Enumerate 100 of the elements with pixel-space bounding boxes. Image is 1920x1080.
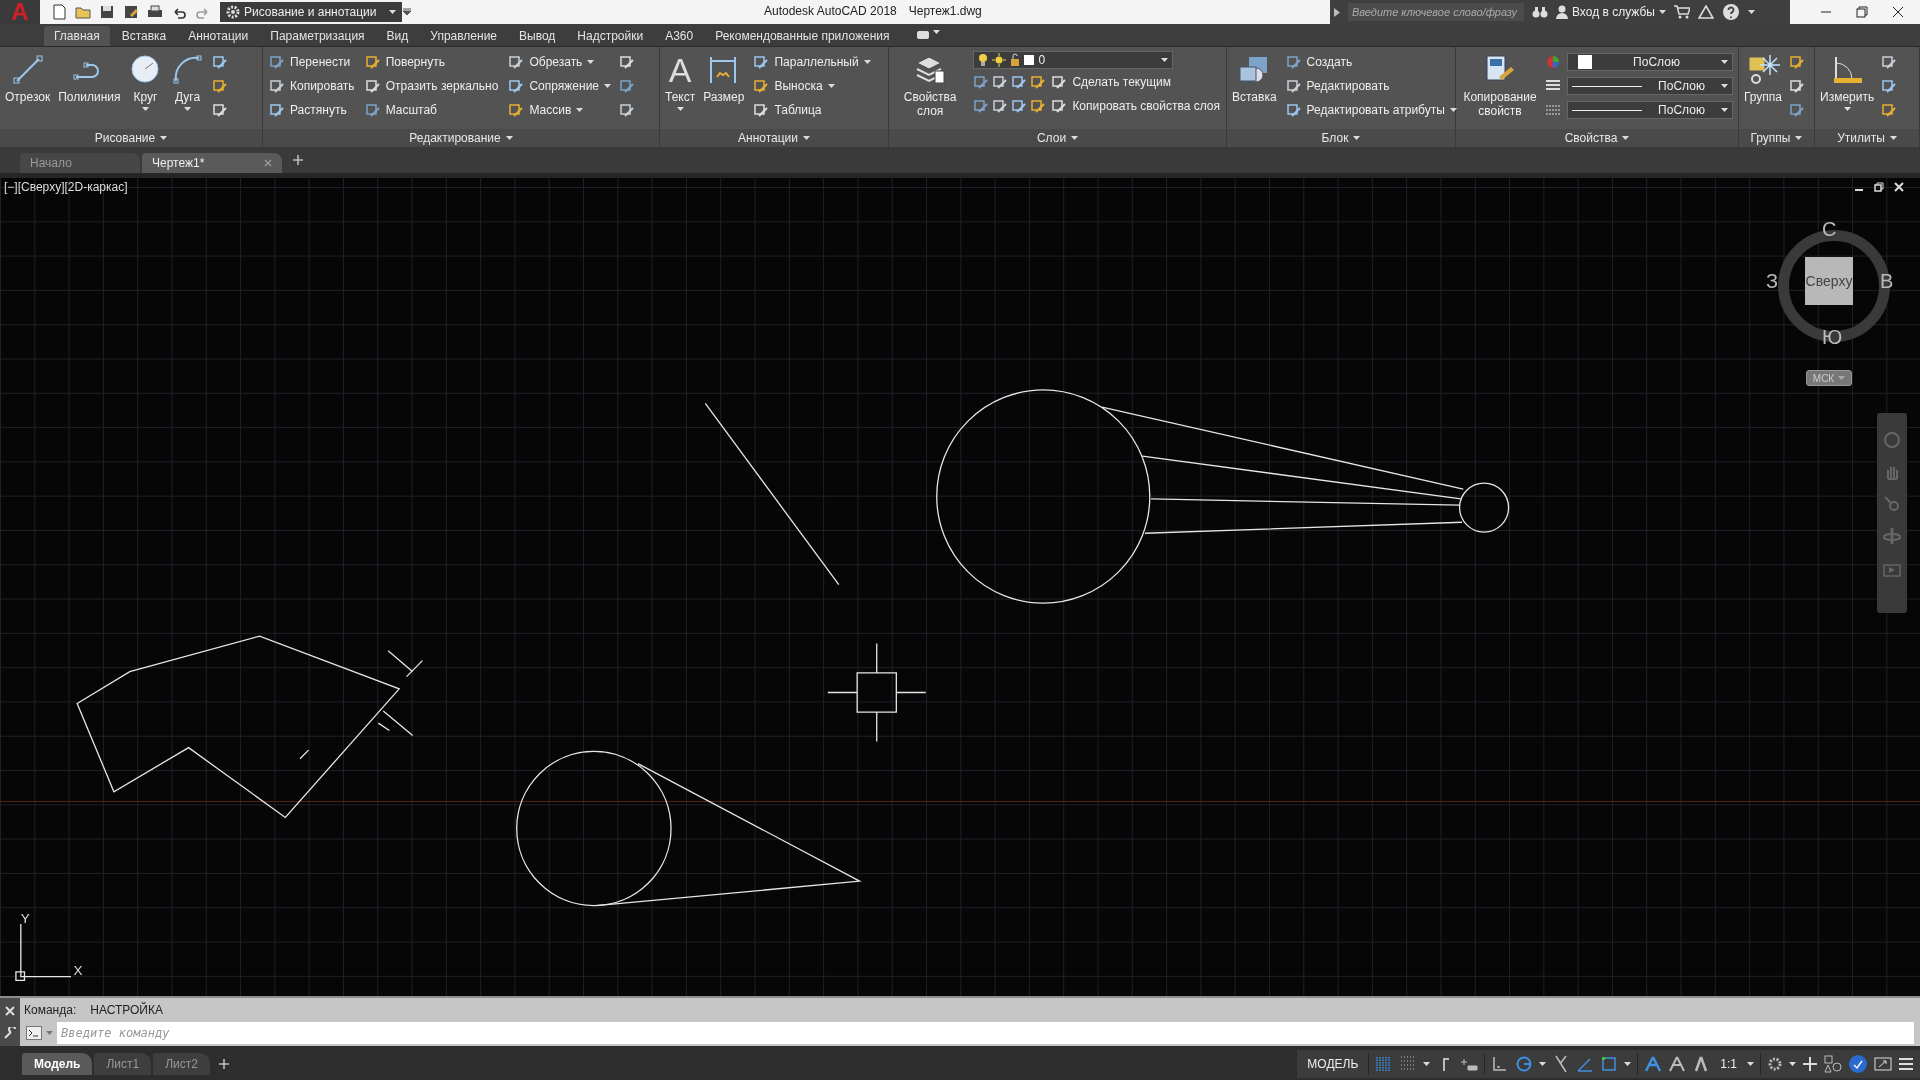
hardware-acceleration-icon[interactable] — [1848, 1054, 1868, 1074]
caret-icon[interactable] — [1161, 58, 1169, 62]
ribbon-tab[interactable]: Управление — [420, 26, 507, 46]
layout-tab[interactable]: Модель — [22, 1053, 93, 1075]
ribbon-tab[interactable]: Надстройки — [567, 26, 654, 46]
tool-icon[interactable] — [211, 54, 228, 70]
ribbon-tab[interactable]: Рекомендованные приложения — [705, 26, 900, 46]
panel-toggle-icon[interactable] — [915, 30, 930, 40]
ribbon-button[interactable]: Массив — [506, 99, 613, 121]
ribbon-tab[interactable]: Вид — [376, 26, 419, 46]
ribbon-button[interactable]: Редактировать — [1283, 75, 1459, 97]
panel-title[interactable]: Редактирование — [263, 129, 659, 147]
panel-title[interactable]: Блок — [1227, 129, 1455, 147]
object-tracking-icon[interactable] — [1600, 1055, 1619, 1073]
property-dropdown[interactable]: ПоСлою — [1567, 101, 1733, 119]
wrench-icon[interactable] — [4, 1026, 16, 1039]
caret-icon[interactable] — [1747, 1062, 1754, 1066]
caret-icon[interactable] — [587, 60, 595, 64]
binoculars-icon[interactable] — [1532, 5, 1548, 19]
polar-tracking-icon[interactable] — [1515, 1055, 1534, 1073]
view-cube-face[interactable]: Сверху — [1805, 257, 1853, 305]
object-snap-icon[interactable] — [1576, 1055, 1595, 1073]
tool-icon[interactable] — [1011, 74, 1028, 90]
new-file-icon[interactable] — [50, 3, 68, 21]
save-icon[interactable] — [98, 3, 116, 21]
save-as-icon[interactable] — [122, 3, 140, 21]
tool-icon[interactable] — [619, 78, 635, 94]
command-input-field[interactable]: Введите команду — [57, 1022, 1914, 1044]
property-dropdown[interactable]: ПоСлою — [1567, 77, 1733, 95]
caret-icon[interactable] — [1659, 10, 1666, 14]
ribbon-button[interactable]: Копирование свойств — [1460, 51, 1540, 120]
annotation-visibility-icon[interactable] — [1644, 1055, 1663, 1073]
ribbon-button[interactable]: Группа — [1743, 51, 1784, 106]
sign-in-button[interactable]: Вход в службы — [1556, 5, 1666, 19]
ribbon-button[interactable]: Таблица — [751, 99, 873, 121]
caret-icon[interactable] — [389, 10, 396, 14]
caret-icon[interactable] — [1721, 84, 1728, 88]
restore-icon[interactable] — [1874, 182, 1884, 192]
model-space-button[interactable]: МОДЕЛЬ — [1303, 1057, 1363, 1071]
caret-icon[interactable] — [1789, 1062, 1796, 1066]
caret-icon[interactable] — [1721, 108, 1728, 112]
search-field[interactable]: Введите ключевое слово/фразу — [1348, 3, 1524, 21]
tool-icon[interactable] — [619, 54, 635, 70]
property-dropdown[interactable]: ПоСлою — [1567, 53, 1733, 71]
caret-icon[interactable] — [576, 108, 584, 112]
plus-icon[interactable] — [1802, 1056, 1818, 1072]
caret-icon[interactable] — [1071, 136, 1079, 140]
caret-icon[interactable] — [676, 107, 684, 111]
menu-icon[interactable] — [1898, 1057, 1914, 1071]
ribbon-button[interactable]: Сопряжение — [506, 75, 613, 97]
ribbon-button[interactable]: Сделать текущим — [1049, 71, 1174, 93]
ribbon-button[interactable]: Растянуть — [267, 99, 357, 121]
caret-icon[interactable] — [1889, 136, 1897, 140]
ribbon-tab[interactable]: Вставка — [111, 26, 177, 46]
ribbon-button[interactable]: Параллельный — [751, 51, 873, 73]
ribbon-tab[interactable]: A360 — [655, 26, 704, 46]
panel-title[interactable]: Рисование — [0, 129, 262, 147]
tool-icon[interactable] — [973, 98, 990, 114]
compass-label[interactable]: З — [1766, 270, 1779, 293]
tool-icon[interactable] — [211, 78, 228, 94]
caret-icon[interactable] — [863, 60, 871, 64]
customize-caret-icon[interactable] — [402, 7, 412, 17]
expand-triangle-icon[interactable] — [1334, 7, 1340, 17]
tool-icon[interactable] — [1881, 54, 1898, 70]
tool-icon[interactable] — [211, 102, 228, 118]
ribbon-button[interactable]: Измерить — [1819, 51, 1876, 113]
plus-icon[interactable] — [217, 1058, 230, 1070]
caret-icon[interactable] — [160, 136, 168, 140]
caret-icon[interactable] — [184, 107, 191, 111]
ribbon-tab[interactable]: Главная — [44, 26, 110, 46]
ribbon-button[interactable]: Размер — [702, 51, 746, 106]
gear-icon[interactable] — [1767, 1056, 1783, 1072]
ribbon-button[interactable]: Отразить зеркально — [362, 75, 501, 97]
compass-label[interactable]: Ю — [1822, 326, 1843, 349]
auto-scale-icon[interactable] — [1668, 1055, 1687, 1073]
ribbon-button[interactable]: Масштаб — [362, 99, 501, 121]
caret-icon[interactable] — [505, 136, 513, 140]
tool-icon[interactable] — [1789, 78, 1806, 94]
ribbon-button[interactable]: Дуга — [169, 51, 206, 113]
ribbon-button[interactable]: A Текст — [664, 51, 697, 113]
restore-icon[interactable] — [1856, 6, 1868, 18]
ribbon-tab[interactable]: Параметризация — [260, 26, 375, 46]
ribbon-button[interactable]: Отрезок — [4, 51, 52, 106]
caret-icon[interactable] — [142, 107, 149, 111]
ribbon-button[interactable]: Копировать свойства слоя — [1049, 95, 1222, 117]
caret-icon[interactable] — [932, 30, 940, 34]
tool-icon[interactable] — [619, 102, 635, 118]
panel-title[interactable]: Свойства — [1456, 129, 1738, 147]
caret-icon[interactable] — [1795, 136, 1803, 140]
ribbon-button[interactable]: Редактировать атрибуты — [1283, 99, 1459, 121]
ribbon-button[interactable]: Перенести — [267, 51, 357, 73]
layout-tab[interactable]: Лист2 — [153, 1053, 210, 1075]
compass-label[interactable]: С — [1822, 218, 1837, 241]
caret-icon[interactable] — [604, 84, 611, 88]
caret-icon[interactable] — [1843, 107, 1851, 111]
caret-icon[interactable] — [1353, 136, 1361, 140]
annotation-scale-button[interactable]: 1:1 — [1716, 1057, 1741, 1071]
tool-icon[interactable] — [1011, 98, 1028, 114]
caret-icon[interactable] — [1423, 1062, 1431, 1066]
caret-icon[interactable] — [803, 136, 810, 140]
